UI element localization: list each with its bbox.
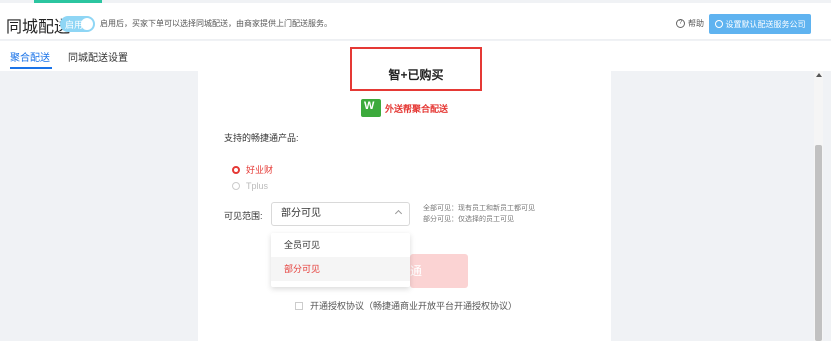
brand-row: 外送帮聚合配送 — [361, 99, 448, 117]
service-card: 外送帮聚合配送 支持的畅捷通产品: 好业财 Tplus 可见范围: 部分可见 全… — [198, 71, 611, 341]
active-tab-indicator — [10, 67, 52, 69]
dropdown-option-all[interactable]: 全员可见 — [271, 233, 410, 257]
set-default-company-button[interactable]: 设置默认配送服务公司 — [709, 14, 811, 34]
chevron-up-icon — [394, 209, 403, 218]
product-option-haoyecai[interactable]: 好业财 — [232, 163, 273, 176]
visibility-label: 可见范围: — [224, 211, 263, 221]
product-label: Tplus — [246, 181, 269, 191]
agreement-text: 开通授权协议（畅捷通商业开放平台开通授权协议） — [310, 301, 518, 311]
dropdown-option-partial[interactable]: 部分可见 — [271, 257, 410, 281]
agreement-row[interactable]: 开通授权协议（畅捷通商业开放平台开通授权协议） — [295, 299, 517, 312]
open-service-button[interactable]: 通 — [410, 254, 468, 288]
tab-aggregate-delivery[interactable]: 聚合配送 — [10, 49, 50, 64]
supported-products-label: 支持的畅捷通产品: — [224, 133, 299, 143]
visibility-value: 部分可见 — [281, 208, 321, 219]
scroll-thumb[interactable] — [815, 145, 822, 341]
visibility-select[interactable]: 部分可见 — [271, 202, 410, 226]
help-link[interactable]: ? 帮助 — [676, 18, 704, 29]
scroll-up-icon[interactable] — [816, 73, 822, 77]
tab-city-delivery-settings[interactable]: 同城配送设置 — [68, 49, 128, 64]
product-option-tplus[interactable]: Tplus — [232, 181, 268, 191]
page-header: 同城配送 启用 启用后，买家下单可以选择同城配送，由商家提供上门配送服务。 ? … — [0, 3, 831, 40]
set-default-company-label: 设置默认配送服务公司 — [725, 19, 806, 29]
gear-icon — [714, 20, 723, 28]
enable-hint: 启用后，买家下单可以选择同城配送，由商家提供上门配送服务。 — [100, 19, 332, 28]
help-label: 帮助 — [688, 19, 704, 28]
product-label: 好业财 — [246, 165, 274, 175]
agreement-checkbox[interactable] — [295, 301, 303, 310]
visibility-note-all: 全部可见：现有员工和新员工都可见 — [423, 205, 535, 212]
visibility-note-partial: 部分可见：仅选择的员工可见 — [423, 216, 514, 223]
visibility-dropdown: 全员可见 部分可见 — [271, 233, 410, 287]
toggle-knob — [81, 18, 93, 30]
radio-unchecked-icon — [232, 182, 240, 190]
brand-name: 外送帮聚合配送 — [385, 103, 449, 114]
scrollbar[interactable] — [814, 71, 823, 341]
radio-checked-icon — [232, 165, 240, 174]
brand-logo — [361, 99, 381, 117]
enable-toggle[interactable]: 启用 — [60, 16, 95, 32]
visibility-note: 全部可见：现有员工和新员工都可见 部分可见：仅选择的员工可见 — [423, 203, 535, 225]
highlight-box — [350, 47, 482, 91]
question-icon: ? — [676, 19, 685, 28]
open-button-label: 通 — [410, 264, 423, 278]
